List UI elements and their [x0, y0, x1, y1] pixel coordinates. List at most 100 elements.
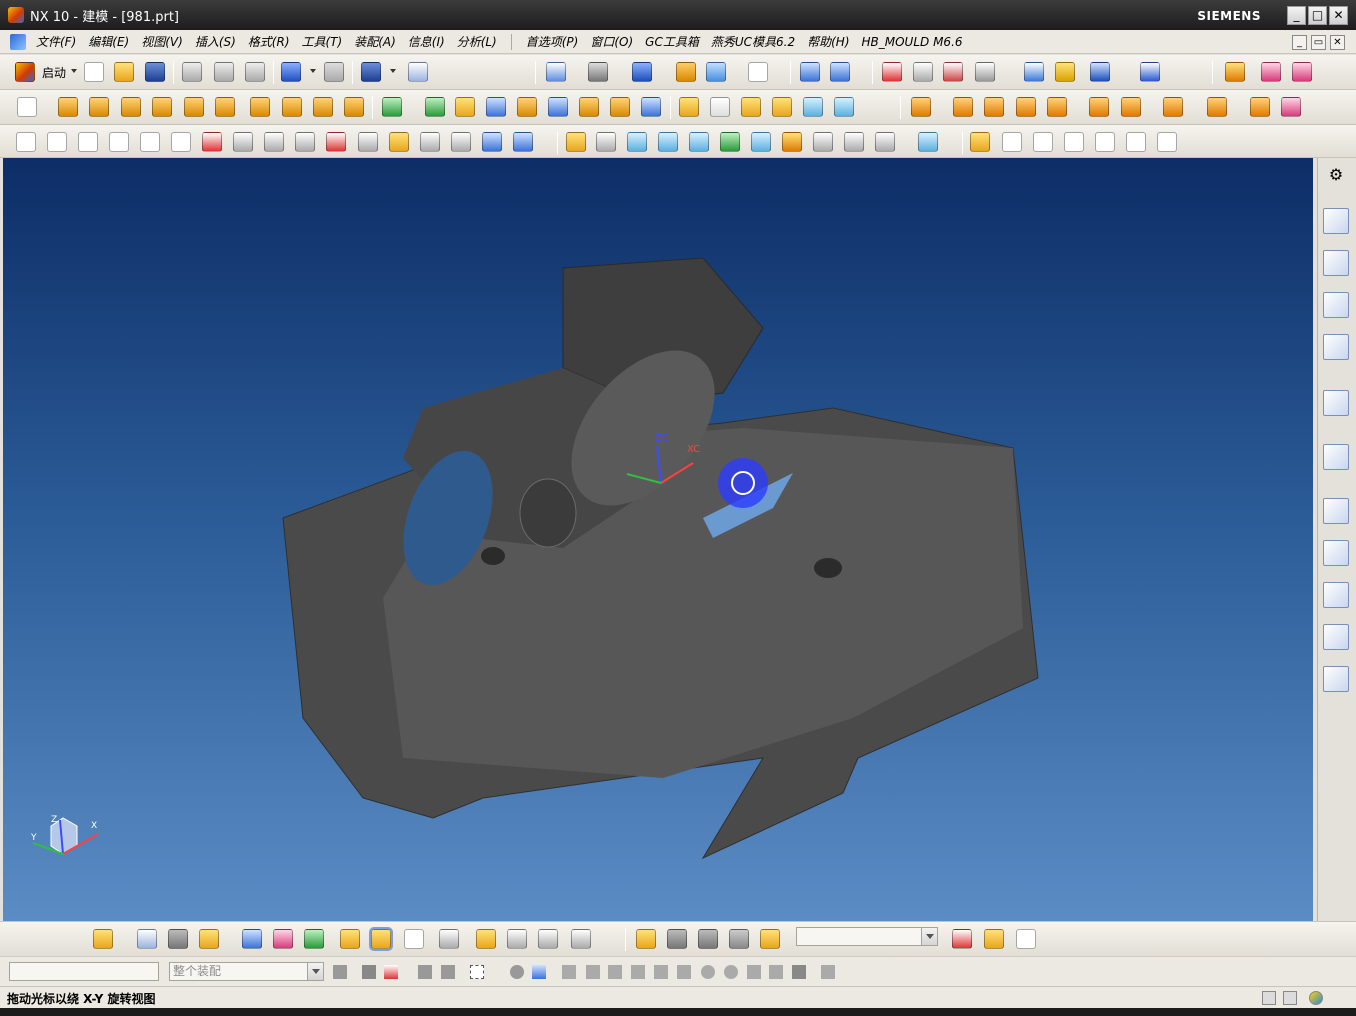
select-face-icon[interactable]: [532, 965, 546, 979]
offset-curve-icon[interactable]: [233, 132, 253, 152]
extract-curve-icon[interactable]: [389, 132, 409, 152]
info-window-icon[interactable]: [408, 62, 428, 82]
snap-quadrant-icon[interactable]: [677, 965, 691, 979]
show-all-icon[interactable]: [984, 929, 1004, 949]
chamfer-icon[interactable]: [486, 97, 506, 117]
measure-distance-icon[interactable]: [913, 62, 933, 82]
replace-region-icon[interactable]: [1016, 97, 1036, 117]
doc-minimize-button[interactable]: _: [1292, 35, 1307, 50]
menu-information[interactable]: 信息(I): [402, 33, 451, 50]
check-clearance-icon[interactable]: [476, 929, 496, 949]
subtract-icon[interactable]: [425, 97, 445, 117]
circle-icon[interactable]: [78, 132, 98, 152]
menu-tools[interactable]: 工具(T): [296, 33, 349, 50]
resource-settings-icon[interactable]: ⚙: [1323, 162, 1349, 188]
menu-yanxiu-uc[interactable]: 燕秀UC模具6.2: [705, 33, 801, 50]
section-curve-icon[interactable]: [358, 132, 378, 152]
combine-icon[interactable]: [344, 97, 364, 117]
n-sided-surface-icon[interactable]: [720, 132, 740, 152]
snap-point-on-curve-icon[interactable]: [747, 965, 761, 979]
isoparametric-curve-icon[interactable]: [451, 132, 471, 152]
save-as-icon[interactable]: [361, 62, 381, 82]
x-form-icon[interactable]: [918, 132, 938, 152]
process-studio-icon[interactable]: [1323, 582, 1349, 608]
hd3d-tools-icon[interactable]: [1323, 390, 1349, 416]
trimmed-sheet-icon[interactable]: [875, 132, 895, 152]
menu-help[interactable]: 帮助(H): [801, 33, 855, 50]
menu-preferences[interactable]: 首选项(P): [520, 33, 585, 50]
move-object-icon[interactable]: [800, 62, 820, 82]
replace-component-icon[interactable]: [636, 929, 656, 949]
unite-icon[interactable]: [382, 97, 402, 117]
sequence-icon[interactable]: [439, 929, 459, 949]
trim-curve-icon[interactable]: [482, 132, 502, 152]
cut-icon[interactable]: [182, 62, 202, 82]
web-browser-icon[interactable]: [1323, 444, 1349, 470]
doc-restore-button[interactable]: ▭: [1311, 35, 1326, 50]
fillet-curve-icon[interactable]: [1095, 132, 1115, 152]
line-icon[interactable]: [16, 132, 36, 152]
resize-blend-icon[interactable]: [1047, 97, 1067, 117]
nx-status-icon[interactable]: [1309, 991, 1323, 1005]
mold-plate-icon[interactable]: [1261, 62, 1281, 82]
bounded-plane-icon[interactable]: [751, 132, 771, 152]
make-work-part-icon[interactable]: [667, 929, 687, 949]
swept-icon[interactable]: [627, 132, 647, 152]
rectangle-select-icon[interactable]: [470, 965, 484, 979]
pull-face-icon[interactable]: [953, 97, 973, 117]
sync-move-face-icon[interactable]: [911, 97, 931, 117]
assembly-constraints-icon[interactable]: [304, 929, 324, 949]
offset-surface-icon[interactable]: [844, 132, 864, 152]
system-materials-icon[interactable]: [1323, 540, 1349, 566]
pocket-icon[interactable]: [184, 97, 204, 117]
new-file-icon[interactable]: [84, 62, 104, 82]
menu-gc-toolkit[interactable]: GC工具箱: [639, 33, 705, 50]
delete-face-icon[interactable]: [1089, 97, 1109, 117]
chamfer-curve-icon[interactable]: [1126, 132, 1146, 152]
minimize-button[interactable]: _: [1287, 6, 1306, 25]
assembly-navigator-icon[interactable]: [1323, 208, 1349, 234]
fill-surface-icon[interactable]: [689, 132, 709, 152]
boss-icon[interactable]: [152, 97, 172, 117]
pad-icon[interactable]: [215, 97, 235, 117]
select-body-icon[interactable]: [510, 965, 524, 979]
hole-icon[interactable]: [121, 97, 141, 117]
maximize-button[interactable]: □: [1308, 6, 1327, 25]
snap-point-toggle-icon[interactable]: [362, 965, 376, 979]
quick-extend-icon[interactable]: [1033, 132, 1053, 152]
snap-mid-icon[interactable]: [586, 965, 600, 979]
expression-icon[interactable]: [1140, 62, 1160, 82]
part-navigator-icon[interactable]: [1323, 292, 1349, 318]
thicken-icon[interactable]: [741, 97, 761, 117]
exploded-view-icon[interactable]: [404, 929, 424, 949]
chevron-down-icon[interactable]: [921, 928, 937, 945]
pattern-face-icon[interactable]: [1207, 97, 1227, 117]
mirror-assembly-icon[interactable]: [273, 929, 293, 949]
trim-body-icon[interactable]: [610, 97, 630, 117]
snap-face-icon[interactable]: [792, 965, 806, 979]
sew-icon[interactable]: [710, 97, 730, 117]
model-canvas[interactable]: ZC XC Z X Y: [3, 158, 1313, 921]
rib-icon[interactable]: [282, 97, 302, 117]
show-product-outline-icon[interactable]: [340, 929, 360, 949]
make-displayed-part-icon[interactable]: [698, 929, 718, 949]
undo-dropdown-icon[interactable]: [310, 69, 316, 73]
start-dropdown-icon[interactable]: [71, 69, 77, 73]
mold-base-icon[interactable]: [1292, 62, 1312, 82]
snap-intersection-icon[interactable]: [631, 965, 645, 979]
new-parent-icon[interactable]: [168, 929, 188, 949]
fit-view-icon[interactable]: [546, 62, 566, 82]
make-corner-icon[interactable]: [1064, 132, 1084, 152]
block-icon[interactable]: [679, 97, 699, 117]
paste-icon[interactable]: [245, 62, 265, 82]
wave-link-icon[interactable]: [507, 929, 527, 949]
deformable-part-icon[interactable]: [571, 929, 591, 949]
mold-tool-icon[interactable]: [1225, 62, 1245, 82]
derived-line-icon[interactable]: [1157, 132, 1177, 152]
doc-close-button[interactable]: ✕: [1330, 35, 1345, 50]
shell-icon[interactable]: [517, 97, 537, 117]
law-extension-icon[interactable]: [813, 132, 833, 152]
divide-curve-icon[interactable]: [513, 132, 533, 152]
make-coplanar-icon[interactable]: [1250, 97, 1270, 117]
menu-window[interactable]: 窗口(O): [584, 33, 639, 50]
